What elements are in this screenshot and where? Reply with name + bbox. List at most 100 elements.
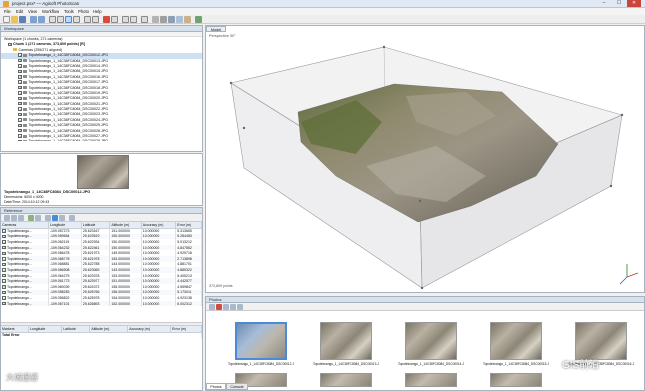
camera-checkbox[interactable] — [18, 129, 22, 133]
close-button[interactable]: ✕ — [627, 0, 641, 7]
photo-thumbnail[interactable] — [320, 373, 372, 387]
menu-view[interactable]: View — [26, 8, 39, 15]
undo-icon[interactable] — [30, 16, 37, 23]
menu-photo[interactable]: Photo — [76, 8, 91, 15]
photo-thumbnail[interactable] — [490, 322, 542, 360]
region-handle[interactable] — [382, 45, 386, 49]
table-row[interactable]: Topoteknangu... -109.057101 25.626893 152.0… — [1, 300, 202, 307]
row-checkbox[interactable] — [2, 273, 6, 278]
photo-thumbnail[interactable] — [320, 322, 372, 360]
region-handle[interactable] — [229, 81, 233, 85]
export-icon[interactable] — [11, 215, 17, 221]
rotate-region-icon[interactable] — [92, 16, 99, 23]
clear-icon[interactable] — [18, 215, 24, 221]
crop-selection-icon[interactable] — [111, 16, 118, 23]
camera-checkbox[interactable] — [18, 69, 22, 74]
delete-selection-icon[interactable] — [103, 16, 110, 23]
dense-cloud-icon[interactable] — [160, 16, 167, 23]
row-checkbox[interactable] — [2, 301, 6, 306]
update-icon[interactable] — [28, 215, 34, 221]
row-checkbox[interactable] — [2, 268, 6, 272]
row-checkbox[interactable] — [2, 279, 6, 283]
camera-checkbox[interactable] — [18, 64, 22, 68]
solid-model-icon[interactable] — [176, 16, 183, 23]
minimize-button[interactable]: – — [597, 0, 611, 7]
free-form-selection-icon[interactable] — [73, 16, 80, 23]
import-icon[interactable] — [4, 215, 10, 221]
camera-checkbox[interactable] — [18, 134, 22, 139]
zoom-out-icon[interactable] — [130, 16, 137, 23]
menu-file[interactable]: File — [2, 8, 13, 15]
cell-text: 5.002312 — [177, 301, 192, 306]
camera-checkbox[interactable] — [18, 123, 22, 128]
camera-checkbox[interactable] — [18, 86, 22, 90]
row-checkbox[interactable] — [2, 296, 6, 300]
menu-workflow[interactable]: Workflow — [40, 8, 61, 15]
new-project-icon[interactable] — [3, 16, 10, 23]
tab-photos[interactable]: Photos — [206, 383, 226, 390]
menu-help[interactable]: Help — [91, 8, 104, 15]
optimize-icon[interactable] — [35, 215, 41, 221]
model-view[interactable]: Model Perspective 30° 373,809 points — [205, 25, 645, 293]
camera-checkbox[interactable] — [18, 53, 22, 58]
rotate-left-icon[interactable] — [223, 304, 229, 310]
view-source-icon[interactable] — [45, 215, 51, 221]
settings-icon[interactable] — [69, 215, 75, 221]
camera-checkbox[interactable] — [18, 96, 22, 101]
row-checkbox[interactable] — [2, 257, 6, 261]
chunk-checkbox[interactable] — [8, 42, 12, 47]
region-handle[interactable] — [609, 184, 613, 188]
row-checkbox[interactable] — [2, 251, 6, 255]
camera-cell[interactable]: Topoteknangu... — [1, 300, 49, 307]
reset-view-icon[interactable] — [141, 16, 148, 23]
camera-checkbox[interactable] — [18, 139, 22, 142]
photo-thumbnail[interactable] — [490, 373, 542, 387]
camera-checkbox[interactable] — [18, 59, 22, 63]
row-checkbox[interactable] — [2, 234, 6, 239]
add-photos-icon[interactable] — [209, 304, 215, 310]
photo-thumbnail[interactable] — [575, 322, 627, 360]
redo-icon[interactable] — [38, 16, 45, 23]
shaded-model-icon[interactable] — [168, 16, 175, 23]
camera-checkbox[interactable] — [18, 91, 22, 95]
camera-item[interactable]: Topoteknangu_1_14C38FC8084_DSC00028.JPG — [1, 139, 202, 142]
rectangle-selection-icon[interactable] — [57, 16, 64, 23]
save-icon[interactable] — [19, 16, 26, 23]
rotate-right-icon[interactable] — [230, 304, 236, 310]
row-checkbox[interactable] — [2, 262, 6, 267]
row-checkbox[interactable] — [2, 229, 6, 233]
row-checkbox[interactable] — [2, 290, 6, 295]
zoom-in-icon[interactable] — [122, 16, 129, 23]
camera-checkbox[interactable] — [18, 112, 22, 117]
menu-tools[interactable]: Tools — [62, 8, 76, 15]
maximize-button[interactable]: ☐ — [612, 0, 626, 7]
photo-thumbnail[interactable] — [405, 373, 457, 387]
camera-checkbox[interactable] — [18, 80, 22, 85]
photo-thumbnail[interactable] — [235, 322, 287, 360]
remove-photos-icon[interactable] — [216, 304, 222, 310]
row-checkbox[interactable] — [2, 245, 6, 250]
region-handle[interactable] — [420, 286, 424, 290]
textured-model-icon[interactable] — [184, 16, 191, 23]
show-cameras-icon[interactable] — [195, 16, 202, 23]
tab-console[interactable]: Console — [226, 383, 248, 390]
camera-checkbox[interactable] — [18, 107, 22, 112]
navigation-icon[interactable] — [49, 16, 56, 23]
view-mode-icon[interactable] — [237, 304, 243, 310]
row-checkbox[interactable] — [2, 285, 6, 289]
view-errors-icon[interactable] — [59, 215, 65, 221]
open-folder-icon[interactable] — [11, 16, 18, 23]
menu-edit[interactable]: Edit — [14, 8, 25, 15]
region-handle[interactable] — [418, 199, 422, 203]
resize-region-icon[interactable] — [84, 16, 91, 23]
camera-checkbox[interactable] — [18, 102, 22, 106]
camera-checkbox[interactable] — [18, 118, 22, 122]
circle-selection-icon[interactable] — [65, 16, 72, 23]
photo-thumbnail[interactable] — [405, 322, 457, 360]
view-estimated-icon[interactable] — [52, 215, 58, 221]
region-handle[interactable] — [620, 113, 624, 117]
row-checkbox[interactable] — [2, 240, 6, 244]
camera-checkbox[interactable] — [18, 75, 22, 79]
point-cloud-icon[interactable] — [152, 16, 159, 23]
region-handle[interactable] — [242, 126, 246, 130]
